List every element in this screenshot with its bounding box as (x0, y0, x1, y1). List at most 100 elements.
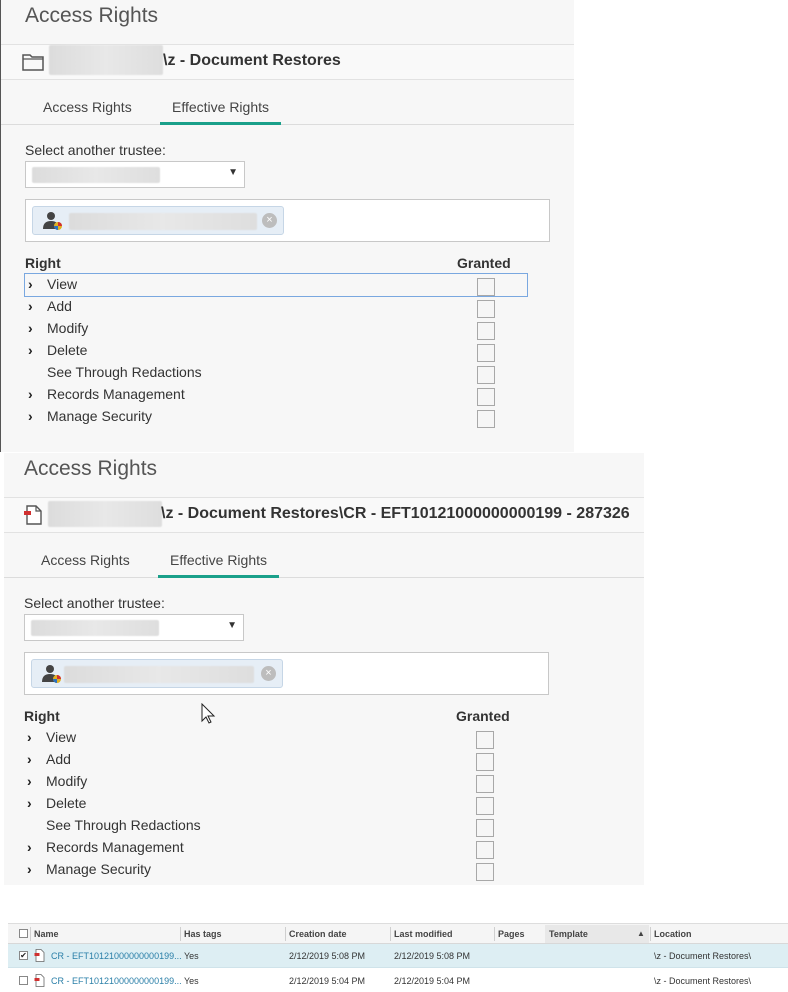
trustee-select[interactable]: ▼ (25, 161, 245, 188)
row-last-modified: 2/12/2019 5:08 PM (394, 951, 471, 961)
right-label: Add (46, 751, 71, 767)
tab-effective-rights[interactable]: Effective Rights (158, 551, 280, 578)
granted-checkbox[interactable] (476, 753, 494, 771)
tab-bar: Access Rights Effective Rights (1, 92, 574, 125)
sort-ascending-icon[interactable]: ▲ (637, 929, 645, 938)
right-label: Manage Security (46, 861, 152, 877)
caret-down-icon: ▼ (227, 620, 237, 631)
column-last-modified[interactable]: Last modified (394, 929, 453, 939)
right-label: Modify (47, 320, 89, 336)
user-icon (43, 212, 62, 230)
remove-trustee-icon[interactable]: × (261, 666, 276, 681)
row-checkbox[interactable]: ✔ (19, 951, 28, 960)
right-row-records-management[interactable]: › Records Management (25, 384, 527, 406)
pdf-document-icon (34, 974, 45, 987)
chevron-right-icon[interactable]: › (28, 386, 33, 402)
chevron-right-icon[interactable]: › (28, 408, 33, 424)
right-label: Modify (46, 773, 88, 789)
table-row[interactable]: ✔ CR - EFT10121000000000199... Yes 2/12/… (8, 944, 788, 968)
granted-checkbox[interactable] (477, 278, 495, 296)
column-name[interactable]: Name (34, 929, 59, 939)
right-row-view[interactable]: › View (24, 273, 528, 297)
column-has-tags[interactable]: Has tags (184, 929, 222, 939)
right-label: View (46, 729, 77, 745)
granted-checkbox[interactable] (477, 410, 495, 428)
right-row-view[interactable]: › View (24, 727, 526, 749)
chevron-right-icon[interactable]: › (27, 839, 32, 855)
granted-checkbox[interactable] (477, 388, 495, 406)
right-row-records-management[interactable]: › Records Management (24, 837, 526, 859)
chevron-right-icon[interactable]: › (27, 729, 32, 745)
tab-effective-rights[interactable]: Effective Rights (160, 98, 282, 125)
tab-access-rights[interactable]: Access Rights (29, 551, 142, 578)
row-creation-date: 2/12/2019 5:04 PM (289, 976, 366, 986)
granted-checkbox[interactable] (476, 863, 494, 881)
column-template[interactable]: Template (549, 929, 588, 939)
column-separator (494, 927, 495, 941)
granted-checkbox[interactable] (476, 797, 494, 815)
tab-bar: Access Rights Effective Rights (4, 545, 644, 578)
granted-checkbox[interactable] (476, 775, 494, 793)
right-row-manage-security[interactable]: › Manage Security (24, 859, 526, 881)
right-row-delete[interactable]: › Delete (24, 793, 526, 815)
chevron-right-icon[interactable]: › (28, 276, 33, 292)
tab-access-rights[interactable]: Access Rights (31, 98, 144, 125)
redacted-trustee-name (64, 666, 254, 683)
granted-checkbox[interactable] (477, 322, 495, 340)
right-label: Records Management (47, 386, 185, 402)
trustee-box[interactable]: × (24, 652, 549, 695)
path-text: \z - Document Restores\CR - EFT101210000… (161, 505, 630, 522)
granted-checkbox[interactable] (477, 300, 495, 318)
row-has-tags: Yes (184, 976, 199, 986)
chevron-right-icon[interactable]: › (28, 342, 33, 358)
right-row-see-through-redactions[interactable]: See Through Redactions (25, 362, 527, 384)
trustee-box[interactable]: × (25, 199, 550, 242)
chevron-right-icon[interactable]: › (28, 298, 33, 314)
granted-checkbox[interactable] (477, 344, 495, 362)
right-row-modify[interactable]: › Modify (24, 771, 526, 793)
path-bar: \z - Document Restores (1, 44, 574, 80)
column-location[interactable]: Location (654, 929, 692, 939)
trustee-select[interactable]: ▼ (24, 614, 244, 641)
path-bar: \z - Document Restores\CR - EFT101210000… (4, 497, 644, 533)
right-row-delete[interactable]: › Delete (25, 340, 527, 362)
right-row-add[interactable]: › Add (24, 749, 526, 771)
row-name[interactable]: CR - EFT10121000000000199... (51, 976, 182, 986)
granted-checkbox[interactable] (476, 731, 494, 749)
right-header: Right (24, 708, 60, 724)
select-all-checkbox[interactable] (19, 929, 28, 938)
granted-checkbox[interactable] (476, 841, 494, 859)
document-grid: Name Has tags Creation date Last modifie… (8, 923, 788, 992)
access-rights-panel-folder: Access Rights \z - Document Restores Acc… (0, 0, 574, 452)
column-separator (650, 927, 651, 941)
column-creation-date[interactable]: Creation date (289, 929, 347, 939)
granted-checkbox[interactable] (477, 366, 495, 384)
right-row-add[interactable]: › Add (25, 296, 527, 318)
chevron-right-icon[interactable]: › (27, 751, 32, 767)
column-separator (30, 927, 31, 941)
granted-checkbox[interactable] (476, 819, 494, 837)
chevron-right-icon[interactable]: › (28, 320, 33, 336)
row-location: \z - Document Restores\ (654, 976, 752, 986)
right-row-modify[interactable]: › Modify (25, 318, 527, 340)
row-has-tags: Yes (184, 951, 199, 961)
access-rights-panel-document: Access Rights \z - Document Restores\CR … (4, 453, 644, 885)
remove-trustee-icon[interactable]: × (262, 213, 277, 228)
row-name[interactable]: CR - EFT10121000000000199... (51, 951, 182, 961)
right-label: Records Management (46, 839, 184, 855)
trustee-label: Select another trustee: (24, 595, 165, 611)
chevron-right-icon[interactable]: › (27, 795, 32, 811)
column-separator (390, 927, 391, 941)
chevron-right-icon[interactable]: › (27, 861, 32, 877)
redacted-path (49, 45, 163, 75)
right-row-see-through-redactions[interactable]: See Through Redactions (24, 815, 526, 837)
column-pages[interactable]: Pages (498, 929, 525, 939)
column-separator (285, 927, 286, 941)
chevron-right-icon[interactable]: › (27, 773, 32, 789)
right-row-manage-security[interactable]: › Manage Security (25, 406, 527, 428)
row-checkbox[interactable] (19, 976, 28, 985)
rights-list: › View › Add › Modify › Delete See Through R… (24, 273, 528, 428)
redacted-path (48, 501, 162, 527)
table-row[interactable]: CR - EFT10121000000000199... Yes 2/12/20… (8, 969, 788, 992)
redacted-trustee (32, 167, 160, 183)
